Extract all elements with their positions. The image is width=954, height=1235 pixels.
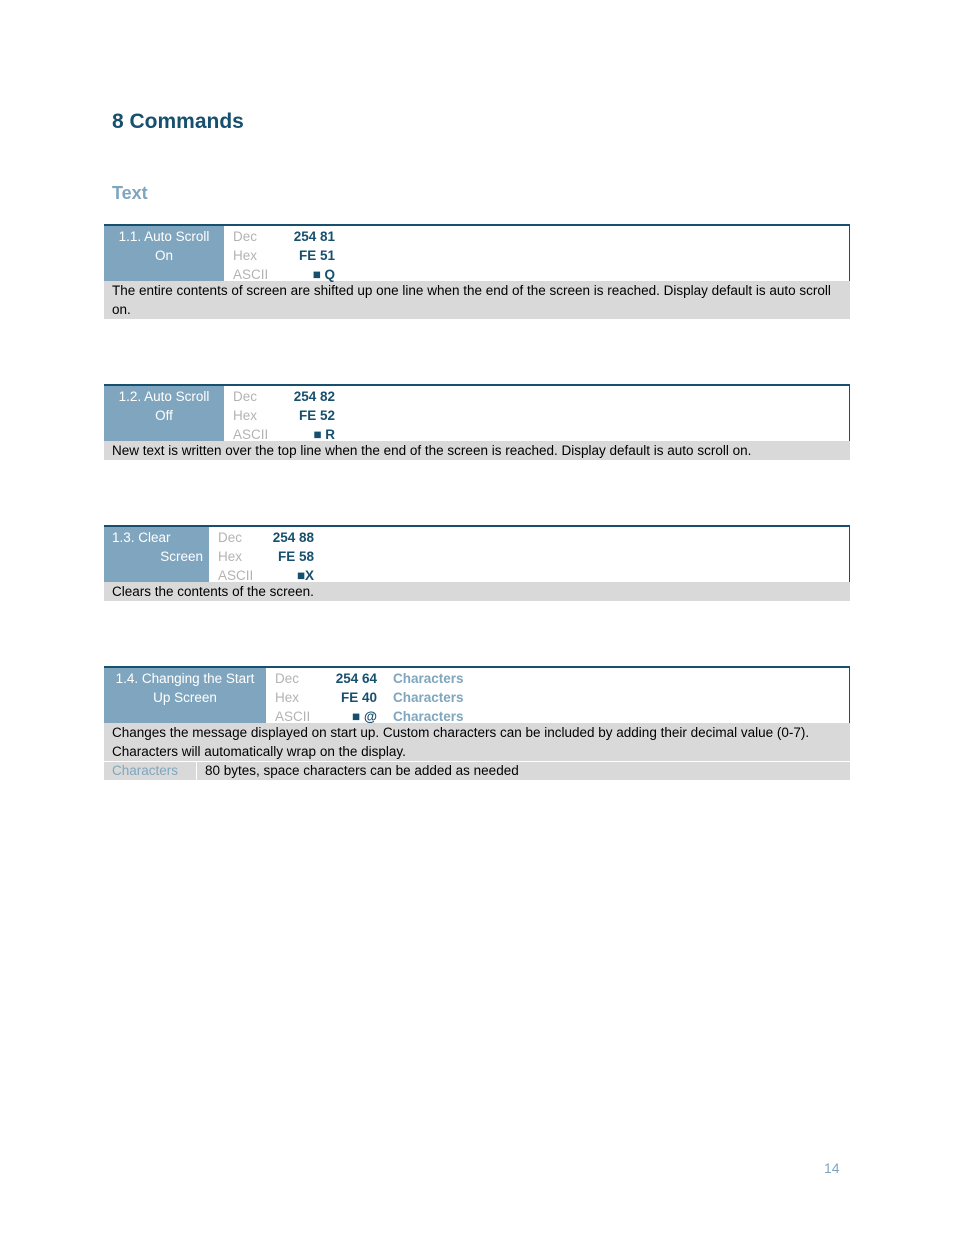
command-codes: Dec 254 64 Characters Hex FE 40 Characters A…	[266, 668, 472, 724]
command-codes: Dec 254 82 Hex FE 52 ASCII ■ R	[224, 386, 343, 442]
parameter-description: 80 bytes, space characters can be added …	[205, 763, 519, 778]
command-description: New text is written over the top line wh…	[104, 441, 850, 460]
hex-value: FE 51	[298, 248, 335, 263]
command-name-line1: 1.1. Auto Scroll	[118, 229, 210, 244]
page-number: 14	[824, 1160, 840, 1176]
command-name-line2: Screen	[160, 549, 203, 564]
dec-param: Characters	[393, 671, 464, 686]
dec-value: 254 88	[272, 530, 314, 545]
hex-value: FE 40	[340, 690, 377, 705]
dec-value: 254 81	[293, 229, 335, 244]
dec-label: Dec	[218, 530, 243, 545]
hex-label: Hex	[218, 549, 243, 564]
command-name: 1.1. Auto Scroll On	[104, 226, 224, 281]
command-name: 1.3. Clear Screen	[104, 527, 209, 582]
hex-label: Hex	[233, 408, 258, 423]
page-title: 8 Commands	[112, 110, 244, 133]
command-name-line2: On	[154, 248, 173, 263]
command-description: Clears the contents of the screen.	[104, 582, 850, 601]
command-changing-start-up-screen: 1.4. Changing the Start Up Screen Dec 254…	[104, 666, 850, 780]
command-name-line1: 1.4. Changing the Start	[115, 671, 255, 686]
command-description: Changes the message displayed on start u…	[104, 723, 850, 761]
parameter-row: Characters 80 bytes, space characters ca…	[104, 761, 850, 780]
dec-label: Dec	[275, 671, 300, 686]
command-name: 1.2. Auto Scroll Off	[104, 386, 224, 441]
hex-label: Hex	[233, 248, 258, 263]
hex-param: Characters	[393, 690, 464, 705]
dec-label: Dec	[233, 229, 258, 244]
command-codes: Dec 254 81 Hex FE 51 ASCII ■ Q	[224, 226, 343, 282]
dec-label: Dec	[233, 389, 258, 404]
parameter-name: Characters	[104, 762, 197, 780]
command-codes: Dec 254 88 Hex FE 58 ASCII ■X	[209, 527, 322, 583]
command-clear-screen: 1.3. Clear Screen Dec 254 88 Hex FE 58 ASC…	[104, 525, 850, 601]
command-name: 1.4. Changing the Start Up Screen	[104, 668, 266, 723]
hex-value: FE 52	[298, 408, 335, 423]
command-name-line1: 1.3. Clear	[112, 530, 171, 545]
command-name-line2: Up Screen	[153, 690, 217, 705]
command-auto-scroll-off: 1.2. Auto Scroll Off Dec 254 82 Hex FE 52 …	[104, 384, 850, 460]
hex-label: Hex	[275, 690, 300, 705]
dec-value: 254 82	[293, 389, 335, 404]
command-name-line2: Off	[155, 408, 173, 423]
command-auto-scroll-on: 1.1. Auto Scroll On Dec 254 81 Hex FE 51 A…	[104, 224, 850, 319]
command-name-line1: 1.2. Auto Scroll	[118, 389, 210, 404]
section-title: Text	[112, 183, 148, 203]
dec-value: 254 64	[335, 671, 377, 686]
command-description: The entire contents of screen are shifte…	[104, 281, 850, 319]
hex-value: FE 58	[277, 549, 314, 564]
